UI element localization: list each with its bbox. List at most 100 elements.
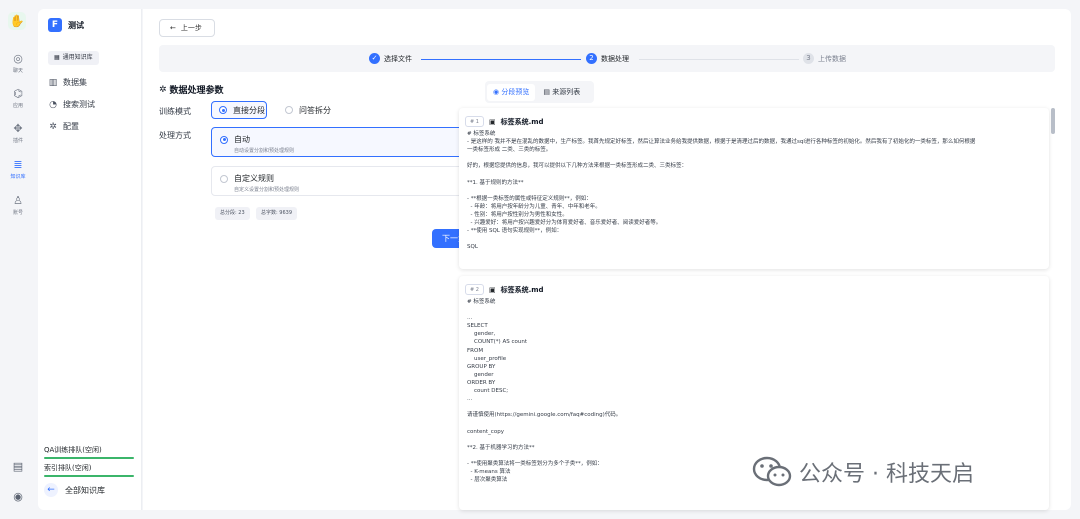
queue-label: 索引排队(空闲) (44, 464, 92, 472)
back-to-all-kb[interactable]: ← 全部知识库 (44, 483, 105, 497)
chunk-line: - 年龄：将用户按年龄分为儿童、青年、中年和老年。 (467, 203, 601, 210)
process-method-label: 处理方式 (159, 131, 191, 140)
nav-item-label: 搜索测试 (63, 100, 95, 109)
user-icon: ♙ (13, 194, 23, 207)
chunk-line: - **根据一类标签的属性或特征定义规则**，例如： (467, 195, 592, 202)
chunk-index-badge: # 1 (465, 116, 484, 127)
prev-step-button[interactable]: ← 上一步 (159, 19, 215, 37)
chunk-line: ... (467, 396, 473, 403)
chunk-line: ... (467, 315, 473, 322)
watermark: 公众号 · 科技天启 (752, 455, 974, 489)
train-mode-qa-split[interactable]: 问答拆分 (277, 101, 337, 119)
method-auto[interactable]: 自动 自动设置分割和预处理规则 (211, 127, 475, 157)
docs-icon[interactable]: ▤ (10, 459, 26, 475)
step-number: 3 (803, 53, 814, 64)
step-upload-data: 3 上传数据 (803, 53, 846, 64)
chunk-line: # 标签系统 (467, 131, 496, 137)
arrow-left-icon: ← (170, 24, 176, 32)
method-custom[interactable]: 自定义规则 自定义设置分割和预处理规则 (211, 166, 475, 196)
chunk-line: COUNT(*) AS count (467, 339, 527, 346)
radio-label: 问答拆分 (299, 105, 331, 115)
prev-step-label: 上一步 (180, 24, 202, 32)
nav-item-dataset[interactable]: ▥ 数据集 (48, 77, 87, 88)
preview-tabs: ◉ 分段预览 ▤ 来源列表 (485, 81, 594, 103)
rail-item-plugins[interactable]: ✥ 插件 (0, 122, 36, 144)
chunk-line: content_copy (467, 428, 504, 435)
method-title: 自定义规则 (234, 174, 274, 183)
nav-item-search-test[interactable]: ◔ 搜索测试 (48, 99, 95, 110)
chunk-line: # 标签系统 (467, 299, 496, 305)
queue-progress-bar (44, 475, 134, 477)
method-desc: 自动设置分割和预处理规则 (234, 148, 295, 154)
search-test-icon: ◔ (49, 99, 57, 110)
arrow-left-icon: ← (44, 483, 58, 497)
radio-label: 直接分段 (233, 105, 265, 115)
chunk-line (467, 419, 1037, 427)
file-icon: ▣ (488, 285, 496, 294)
tab-chunk-preview[interactable]: ◉ 分段预览 (487, 83, 536, 101)
database-icon: ≣ (13, 158, 23, 171)
chunk-line: user_profile (467, 355, 507, 362)
chunk-line: SELECT (467, 323, 488, 330)
kb-type-label: 通用知识库 (62, 54, 93, 61)
rail-item-label: 知识库 (10, 174, 26, 180)
wechat-icon (752, 456, 792, 487)
chunk-line: count DESC; (467, 388, 509, 395)
chunk-line: ORDER BY (467, 379, 496, 386)
chunk-index-badge: # 2 (465, 284, 484, 295)
file-icon: ▣ (488, 117, 496, 126)
kb-name: 测试 (68, 20, 84, 30)
rail-item-label: 账号 (12, 210, 23, 216)
rail-item-knowledge[interactable]: ≣ 知识库 (0, 158, 36, 180)
step-number: 2 (586, 53, 597, 64)
kb-header: F 测试 (48, 18, 84, 32)
chunk-header: # 1 ▣ 标签系统.md (465, 116, 544, 127)
chunk-line (467, 436, 1037, 444)
qa-queue-status: QA训练排队(空闲) (44, 445, 134, 459)
back-all-label: 全部知识库 (65, 485, 105, 495)
preview-scrollbar[interactable] (1051, 108, 1055, 134)
kb-type-icon: ▦ (54, 54, 60, 61)
index-queue-status: 索引排队(空闲) (44, 463, 134, 477)
chunk-line (467, 403, 1037, 411)
kb-type-badge: ▦ 通用知识库 (48, 51, 99, 65)
rail-item-chat[interactable]: ◎ 聊天 (0, 52, 36, 74)
method-title: 自动 (234, 135, 250, 144)
step-select-file: ✓ 选择文件 (369, 53, 412, 64)
step-indicator: ✓ 选择文件 2 数据处理 3 上传数据 (159, 45, 1055, 72)
rail-item-apps[interactable]: ⌬ 应用 (0, 87, 36, 109)
kb-logo-icon: F (48, 18, 62, 32)
github-icon[interactable]: ◉ (10, 489, 26, 505)
rail-item-account[interactable]: ♙ 账号 (0, 194, 36, 216)
chunk-line: gender (467, 371, 494, 378)
chunk-line (467, 154, 1037, 162)
chunk-line (467, 187, 1037, 195)
settings-icon: ✲ (49, 121, 57, 132)
app-rail: ✋ ◎ 聊天 ⌬ 应用 ✥ 插件 ≣ 知识库 ♙ 账号 ▤ ◉ (0, 0, 36, 519)
chunk-line (467, 170, 1037, 178)
chunk-header: # 2 ▣ 标签系统.md (465, 284, 544, 295)
tab-label: 分段预览 (501, 87, 530, 96)
settings-icon: ✲ (159, 84, 167, 95)
params-title-text: 数据处理参数 (169, 86, 224, 96)
chat-icon: ◎ (13, 52, 23, 65)
app-logo-icon[interactable]: ✋ (8, 12, 26, 30)
chunk-line (467, 235, 1037, 243)
chunk-line: gender, (467, 331, 496, 338)
chunk-line: - 兴趣爱好：将用户按兴趣爱好分为体育爱好者、音乐爱好者、阅读爱好者等。 (467, 220, 662, 227)
robot-icon: ⌬ (13, 87, 23, 100)
chunk-line: SQL (467, 244, 478, 251)
chunk-card: # 1 ▣ 标签系统.md # 标签系统 - 是这样的 我并不是在混乱的数据中，生… (459, 108, 1049, 269)
chunk-line: - 性别：将用户按性别分为男性和女性。 (467, 211, 568, 218)
step-connector (639, 59, 799, 60)
rail-item-label: 聊天 (12, 68, 23, 74)
queue-label: QA训练排队(空闲) (44, 446, 102, 454)
chunk-line: FROM (467, 347, 484, 354)
chunk-line (467, 306, 1037, 314)
chunk-line: **1. 基于规则的方法** (467, 179, 524, 186)
tab-source-list[interactable]: ▤ 来源列表 (537, 84, 586, 101)
nav-item-settings[interactable]: ✲ 配置 (48, 121, 79, 132)
chunk-line: 请谨慎使用(https://gemini.google.com/faq#codi… (467, 412, 622, 419)
train-mode-direct-chunk[interactable]: 直接分段 (211, 101, 267, 119)
dataset-icon: ▥ (48, 77, 58, 88)
